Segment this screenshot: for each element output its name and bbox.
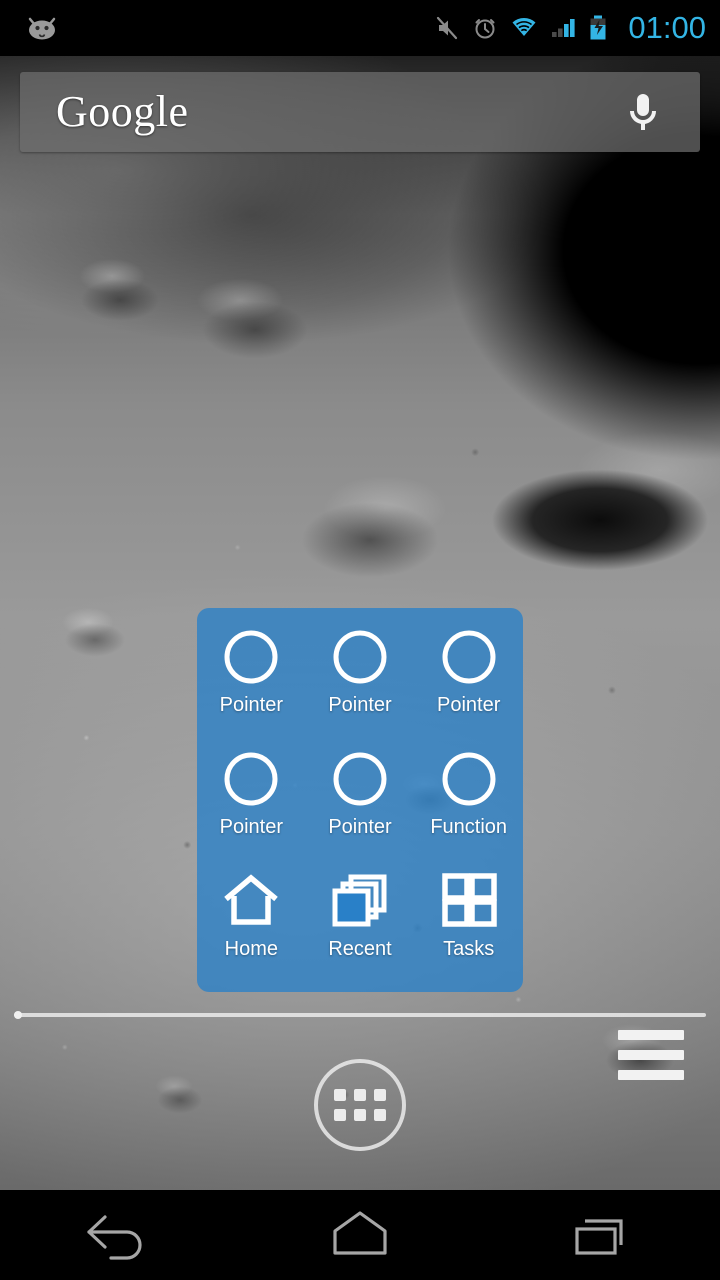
apps-grid-dot: [354, 1109, 366, 1121]
panel-button-label: Pointer: [219, 816, 284, 838]
back-button[interactable]: [0, 1190, 240, 1280]
apps-grid-dot: [374, 1089, 386, 1101]
circle-outline-icon: [331, 626, 389, 688]
control-panel-row: Home Recent Tasks: [197, 870, 523, 992]
status-bar-clock: 01:00: [628, 10, 706, 45]
panel-button-label: Pointer: [328, 694, 392, 716]
panel-button-label: Function: [430, 816, 508, 838]
hamburger-menu-icon-bar: [618, 1070, 684, 1080]
system-navigation-bar: [0, 1190, 720, 1280]
hamburger-menu-icon-bar: [618, 1050, 684, 1060]
home-button[interactable]: [240, 1190, 480, 1280]
alarm-clock-icon: [475, 19, 495, 39]
circle-outline-icon: [331, 748, 389, 810]
apps-grid-dot: [354, 1089, 366, 1101]
status-icon-tray: 01:00: [434, 10, 720, 46]
status-bar[interactable]: 01:00: [0, 0, 720, 56]
overflow-menu-button[interactable]: [618, 1030, 684, 1080]
control-panel-widget[interactable]: Pointer Pointer Pointer Pointer Pointer …: [197, 608, 523, 992]
tasks-grid-icon: [438, 870, 500, 932]
cyanogenmod-head-icon: [28, 17, 56, 40]
google-search-widget[interactable]: Google: [20, 72, 700, 152]
control-panel-row: Pointer Pointer Function: [197, 748, 523, 870]
panel-button-label: Pointer: [328, 816, 392, 838]
apps-grid-dot: [334, 1109, 346, 1121]
circle-outline-icon: [222, 626, 280, 688]
panel-button-label: Recent: [328, 938, 392, 960]
home-pentagon-icon: [333, 1211, 387, 1255]
home-screen: 01:00 Google Pointer Pointer Pointer Poi…: [0, 0, 720, 1280]
back-arrow-icon: [87, 1215, 142, 1260]
circle-outline-icon: [440, 748, 498, 810]
circle-outline-icon: [222, 748, 280, 810]
panel-button-label: Pointer: [219, 694, 284, 716]
panel-button-label: Pointer: [436, 694, 501, 716]
apps-grid-dot: [334, 1089, 346, 1101]
control-panel-row: Pointer Pointer Pointer: [197, 626, 523, 748]
panel-button-recent[interactable]: Recent: [306, 870, 415, 992]
microphone-icon[interactable]: [624, 87, 662, 137]
panel-button-tasks[interactable]: Tasks: [414, 870, 523, 992]
recent-apps-stack-icon: [329, 870, 391, 932]
apps-grid-dot: [374, 1109, 386, 1121]
cellular-signal-icon: [552, 19, 576, 37]
panel-button-function[interactable]: Function: [414, 748, 523, 870]
circle-outline-icon: [440, 626, 498, 688]
page-indicator[interactable]: [14, 1011, 706, 1019]
panel-button-home[interactable]: Home: [197, 870, 306, 992]
panel-button-label: Tasks: [443, 938, 495, 960]
hamburger-menu-icon-bar: [618, 1030, 684, 1040]
panel-button-pointer-2[interactable]: Pointer: [306, 626, 415, 748]
recents-button[interactable]: [480, 1190, 720, 1280]
wallpaper-moon-surface: [0, 0, 720, 1190]
page-indicator-dot: [14, 1011, 22, 1019]
google-wordmark[interactable]: Google: [56, 90, 189, 134]
home-outline-icon: [220, 870, 282, 932]
panel-button-pointer-4[interactable]: Pointer: [197, 748, 306, 870]
wifi-icon: [512, 18, 536, 36]
panel-button-pointer-1[interactable]: Pointer: [197, 626, 306, 748]
recents-squares-icon: [575, 1219, 623, 1255]
battery-charging-icon: [590, 15, 606, 40]
panel-button-pointer-5[interactable]: Pointer: [306, 748, 415, 870]
apps-grid-icon: [334, 1089, 386, 1121]
silent-mode-icon: [437, 16, 458, 40]
app-drawer-button[interactable]: [314, 1059, 406, 1151]
panel-button-label: Home: [224, 938, 279, 960]
panel-button-pointer-3[interactable]: Pointer: [414, 626, 523, 748]
